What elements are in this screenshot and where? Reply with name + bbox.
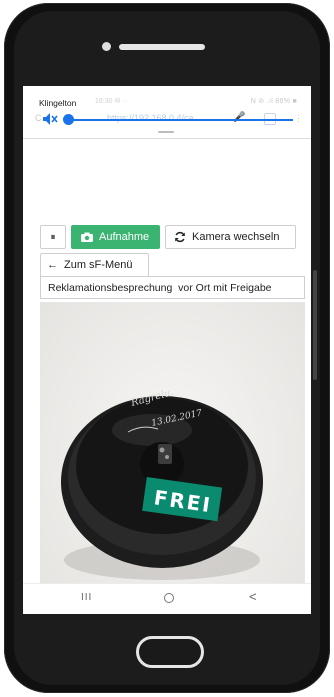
- volume-slider-track[interactable]: [65, 119, 293, 121]
- pause-icon: ⏸: [50, 231, 56, 243]
- front-camera: [102, 42, 111, 51]
- camera-icon: [81, 232, 93, 242]
- web-content: ⏸ Aufnahme Kamera wechseln ← Zum sF-Menü…: [23, 139, 311, 614]
- switch-camera-button[interactable]: Kamera wechseln: [165, 225, 296, 249]
- reclamation-title: Reklamationsbesprechung vor Ort mit Frei…: [40, 276, 305, 299]
- camera-preview[interactable]: Ragrelu. 13.02.2017 FREI: [40, 302, 305, 614]
- home-nav-button[interactable]: [164, 593, 174, 603]
- back-to-menu-label: Zum sF-Menü: [64, 259, 133, 271]
- record-button[interactable]: Aufnahme: [71, 225, 160, 249]
- microphone-icon: 🎤: [233, 112, 246, 123]
- arrow-left-icon: ←: [47, 259, 58, 271]
- reload-icon: C: [35, 113, 42, 123]
- back-to-menu-button[interactable]: ← Zum sF-Menü: [40, 253, 149, 277]
- earpiece-speaker: [119, 44, 205, 50]
- address-bar-faded: https://192.168.0.4/ca: [107, 113, 194, 123]
- side-scroll-edge: [313, 270, 317, 380]
- pause-button[interactable]: ⏸: [40, 225, 66, 249]
- panel-handle[interactable]: [158, 131, 174, 133]
- camera-frame-image: Ragrelu. 13.02.2017 FREI: [40, 302, 305, 614]
- switch-camera-label: Kamera wechseln: [192, 231, 280, 243]
- status-bar-faded: N ⊘ .ıl 86% ■: [250, 98, 297, 105]
- volume-panel: 16:30 ✉ ··· N ⊘ .ıl 86% ■ Klingelton C h…: [23, 86, 311, 139]
- more-menu-icon: ⋮: [294, 113, 303, 123]
- phone-screen: 16:30 ✉ ··· N ⊘ .ıl 86% ■ Klingelton C h…: [23, 86, 311, 614]
- volume-slider-thumb[interactable]: [63, 114, 74, 125]
- ringer-mute-icon[interactable]: [42, 112, 58, 126]
- recent-apps-button[interactable]: III: [81, 592, 92, 603]
- record-label: Aufnahme: [99, 231, 150, 243]
- physical-home-button[interactable]: [136, 636, 204, 668]
- android-nav-bar: III <: [23, 583, 311, 614]
- back-nav-button[interactable]: <: [249, 589, 257, 604]
- ringtone-label: Klingelton: [39, 98, 77, 108]
- status-time-faded: 16:30 ✉ ···: [95, 98, 130, 105]
- sync-icon: [175, 231, 185, 243]
